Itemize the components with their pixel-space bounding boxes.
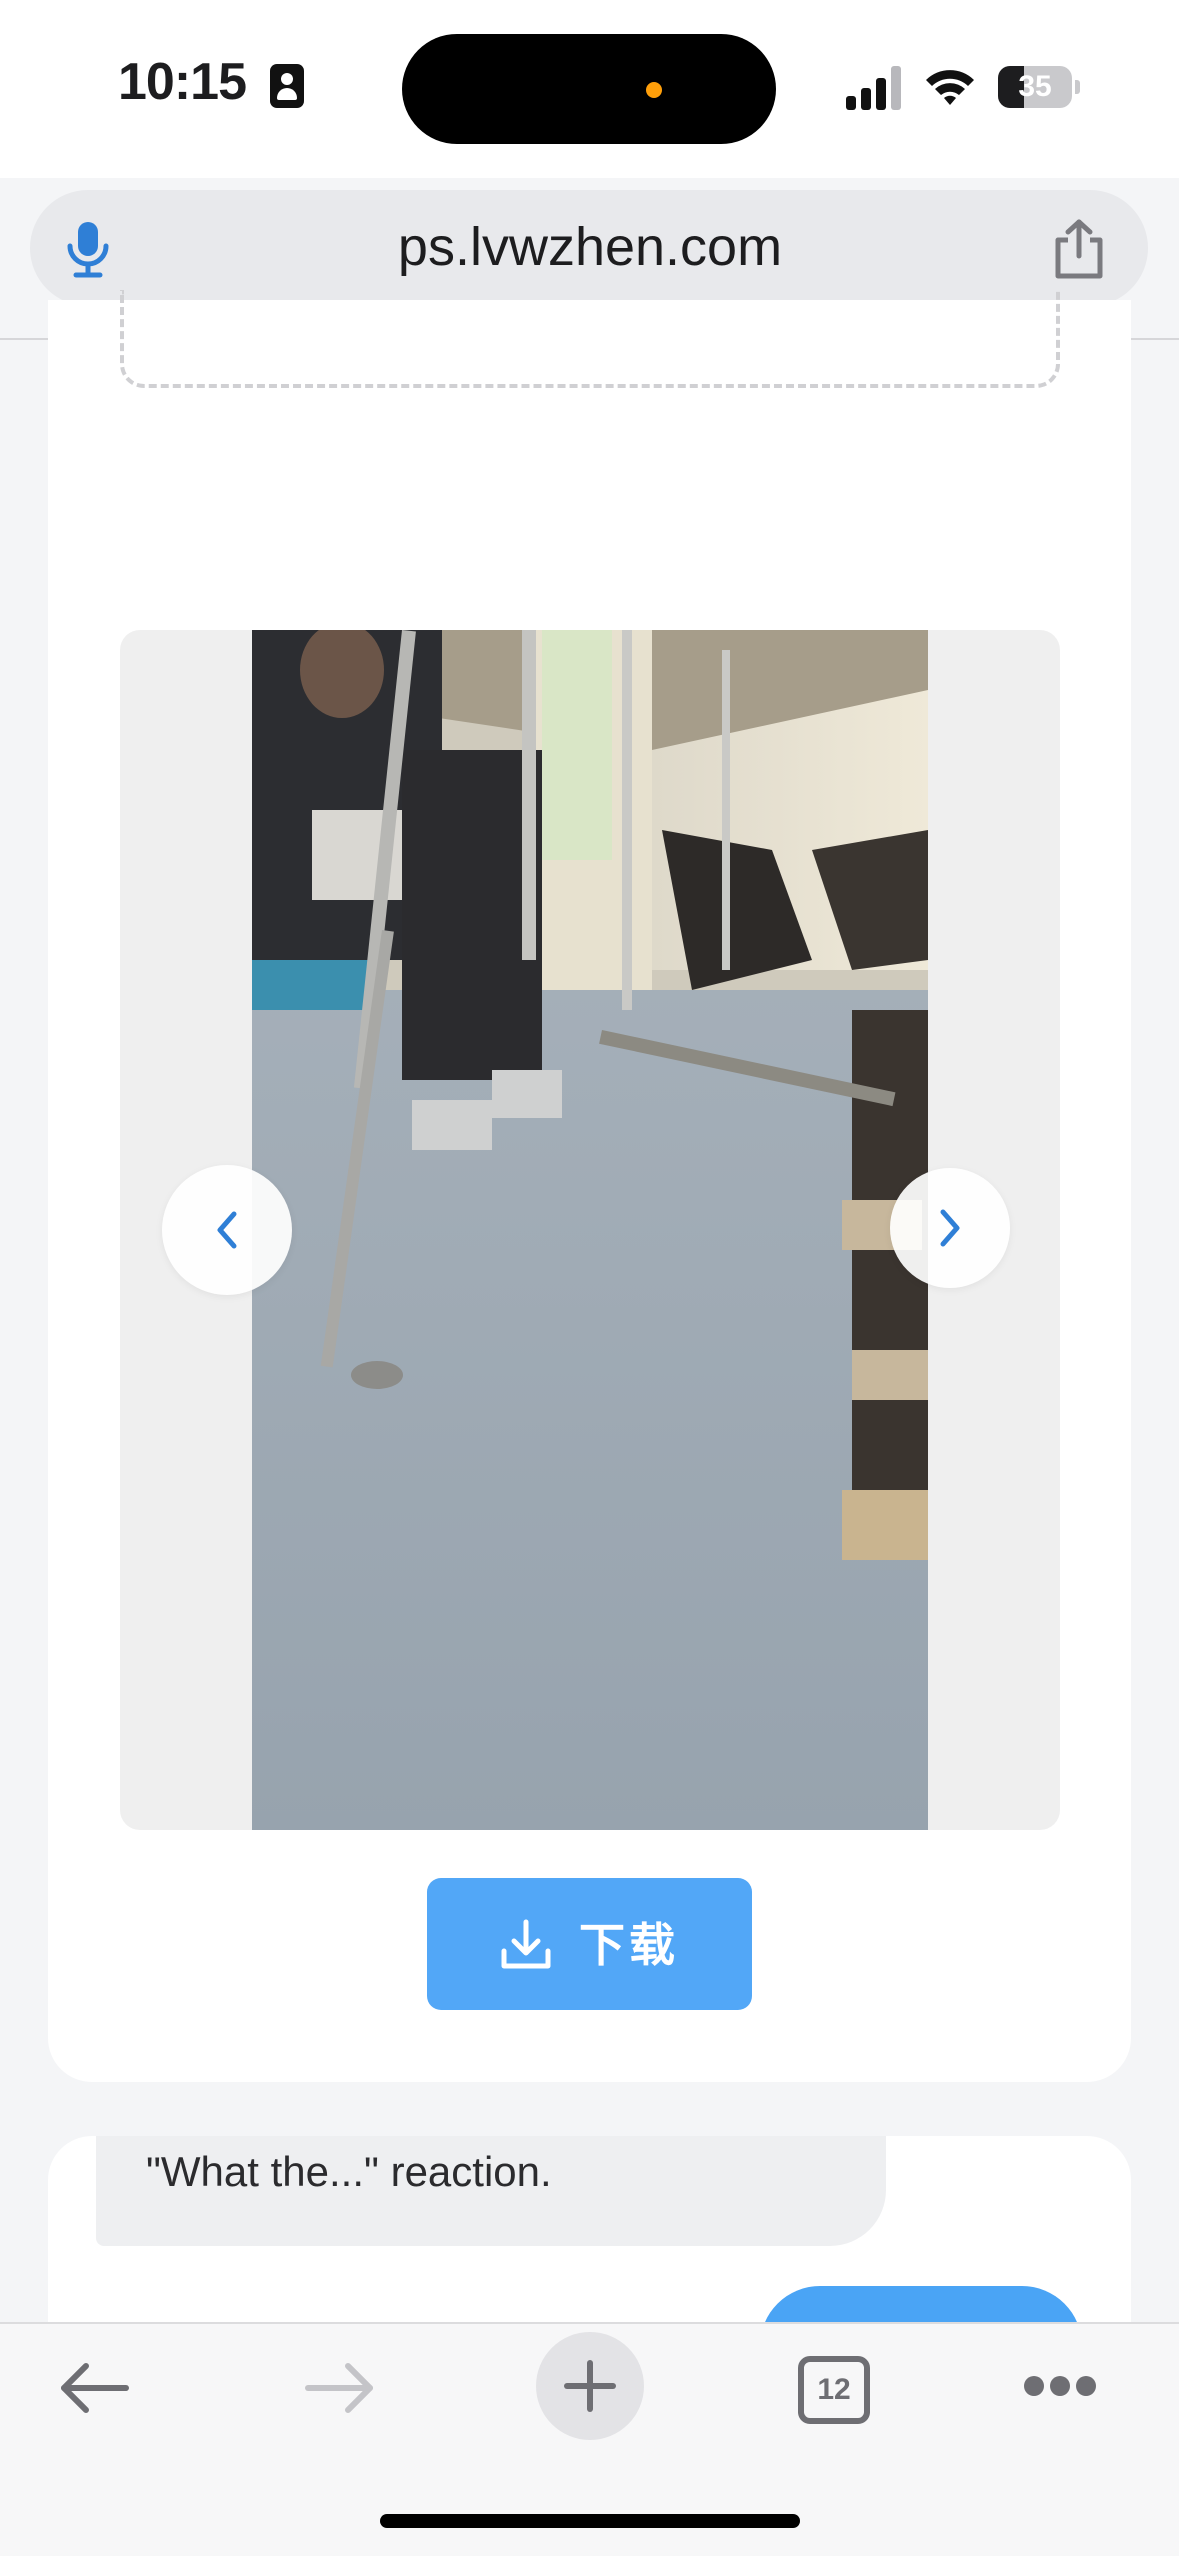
upload-dropzone[interactable] — [120, 290, 1060, 388]
subway-photo — [252, 630, 928, 1830]
message-text: "What the..." reaction. — [146, 2148, 552, 2195]
back-arrow-icon[interactable] — [56, 2358, 132, 2418]
clock-time: 10:15 — [118, 53, 247, 111]
forward-arrow-icon[interactable] — [302, 2358, 378, 2418]
download-icon — [501, 1919, 551, 1969]
screen: 10:15 35 ps.lvwzhen.com 下载 "What the..."… — [0, 0, 1179, 2556]
signal-icon — [846, 66, 902, 110]
dynamic-island — [402, 34, 776, 144]
home-indicator — [380, 2514, 800, 2528]
tabs-button[interactable]: 12 — [798, 2356, 870, 2424]
new-tab-button[interactable] — [536, 2332, 644, 2440]
microphone-icon[interactable] — [64, 222, 112, 278]
wifi-icon — [926, 70, 974, 105]
next-image-button[interactable] — [890, 1168, 1010, 1288]
battery-icon: 35 — [998, 66, 1080, 108]
download-label: 下载 — [579, 1919, 679, 1971]
more-icon[interactable] — [1024, 2376, 1096, 2398]
status-bar: 10:15 35 — [0, 0, 1179, 178]
plus-icon — [564, 2360, 616, 2412]
mic-indicator-dot — [646, 82, 662, 98]
focus-icon — [270, 64, 304, 108]
battery-percentage: 35 — [1018, 70, 1052, 103]
previous-image-button[interactable] — [162, 1165, 292, 1295]
chevron-left-icon — [217, 1211, 237, 1249]
download-button[interactable]: 下载 — [427, 1878, 752, 2010]
chevron-right-icon — [940, 1209, 960, 1247]
share-icon[interactable] — [1050, 218, 1108, 280]
url-text[interactable]: ps.lvwzhen.com — [160, 210, 1020, 284]
